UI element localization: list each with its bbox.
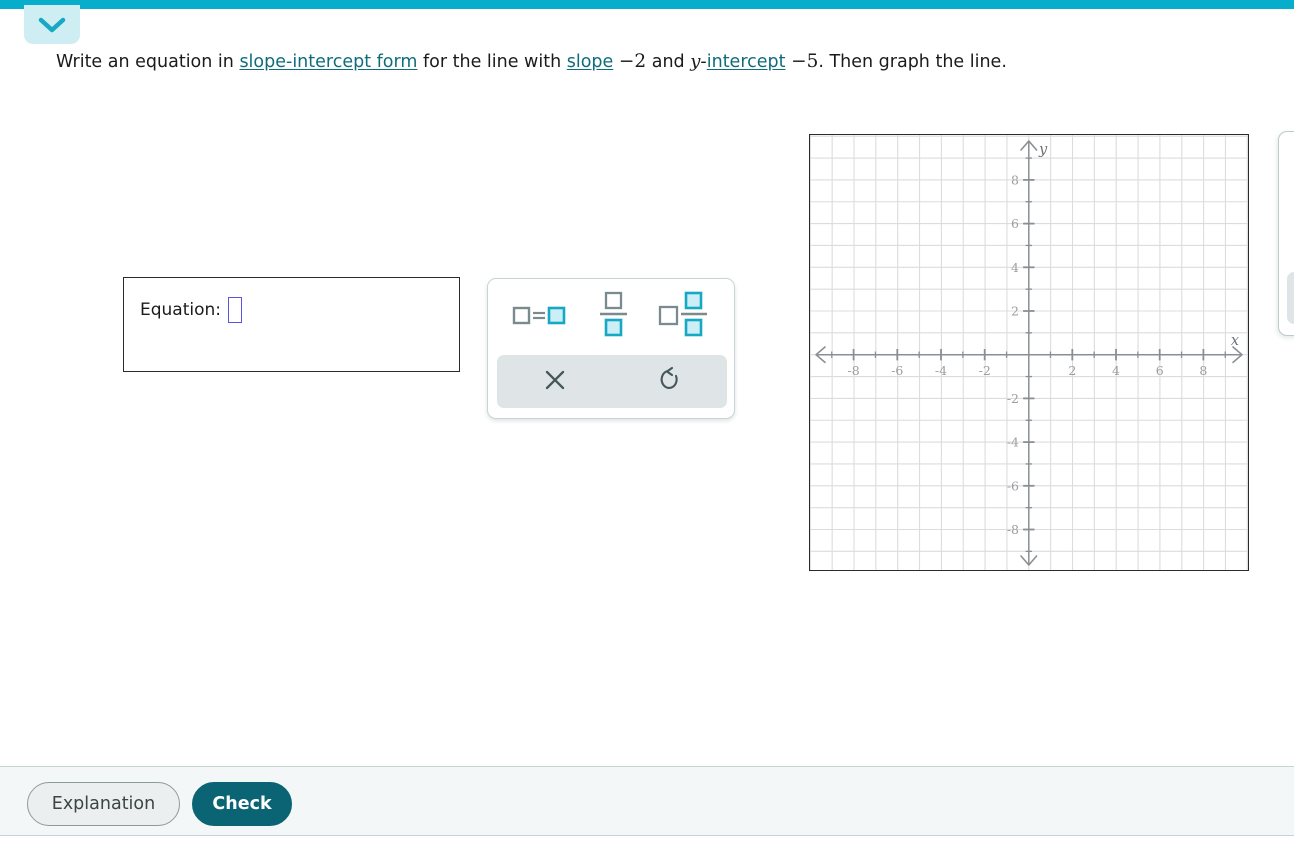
close-x-icon (542, 367, 568, 397)
equation-label: Equation: (140, 300, 222, 320)
prompt-text-3: and (646, 52, 691, 72)
equation-template-button[interactable] (506, 298, 574, 336)
prompt-text-4: . Then graph the line. (818, 52, 1007, 72)
fraction-template-button[interactable] (591, 287, 635, 347)
y-tick-label: -6 (1007, 478, 1019, 493)
graph-svg: -8 -6 -4 -2 2 4 6 8 8 6 4 2 -2 -4 -6 -8 … (810, 135, 1248, 570)
y-tick-label: 4 (1011, 260, 1019, 275)
side-tool-panel-button[interactable] (1287, 272, 1294, 324)
keypad-action-row (497, 355, 727, 408)
x-tick-label: -2 (979, 363, 991, 378)
exercise-page: Write an equation in slope-intercept for… (0, 0, 1294, 842)
math-keypad (487, 278, 735, 419)
clear-button[interactable] (497, 355, 612, 408)
intercept-link[interactable]: intercept (707, 52, 786, 72)
collapse-panel-toggle[interactable] (24, 5, 80, 44)
chevron-down-icon (37, 16, 67, 34)
x-tick-labels: -8 -6 -4 -2 2 4 6 8 (848, 363, 1208, 378)
y-tick-label: -4 (1007, 435, 1019, 450)
side-tool-panel[interactable] (1278, 131, 1294, 336)
y-tick-label: 6 (1011, 216, 1019, 231)
box-equals-box-icon (512, 302, 568, 332)
x-tick-label: 4 (1112, 363, 1120, 378)
problem-statement: Write an equation in slope-intercept for… (56, 49, 1206, 75)
intercept-value: −5 (791, 51, 819, 72)
x-tick-label: 2 (1068, 363, 1076, 378)
slope-intercept-form-link[interactable]: slope-intercept form (239, 52, 417, 72)
x-tick-label: -8 (848, 363, 860, 378)
prompt-text-1: Write an equation in (56, 52, 240, 72)
slope-link[interactable]: slope (567, 52, 614, 72)
top-accent-bar (0, 0, 1294, 9)
x-tick-label: -6 (891, 363, 903, 378)
keypad-template-row (488, 279, 734, 355)
undo-arrow-icon (657, 366, 683, 398)
fraction-icon (597, 291, 629, 343)
y-tick-label: 8 (1011, 173, 1019, 188)
y-tick-label: -2 (1007, 391, 1019, 406)
slope-value: −2 (618, 51, 647, 72)
check-button[interactable]: Check (192, 782, 292, 826)
x-axis-label: x (1231, 333, 1239, 349)
y-tick-label: -8 (1007, 522, 1019, 537)
y-axis-label: y (1038, 142, 1048, 158)
coordinate-grid[interactable]: -8 -6 -4 -2 2 4 6 8 8 6 4 2 -2 -4 -6 -8 … (809, 134, 1249, 571)
x-tick-label: 6 (1156, 363, 1164, 378)
mixed-number-icon (658, 291, 710, 343)
y-variable: y (690, 51, 701, 72)
y-tick-label: 2 (1011, 304, 1019, 319)
x-tick-label: -4 (935, 363, 947, 378)
axes (816, 141, 1242, 565)
explanation-button[interactable]: Explanation (27, 782, 180, 826)
equation-input-slot[interactable] (228, 297, 243, 323)
page-bottom-edge (0, 835, 1294, 842)
mixed-number-template-button[interactable] (652, 287, 716, 347)
x-tick-label: 8 (1199, 363, 1207, 378)
equation-answer-box[interactable]: Equation: (123, 277, 460, 372)
prompt-text-2: for the line with (417, 52, 567, 72)
undo-button[interactable] (612, 355, 727, 408)
equation-answer-row: Equation: (140, 297, 243, 323)
